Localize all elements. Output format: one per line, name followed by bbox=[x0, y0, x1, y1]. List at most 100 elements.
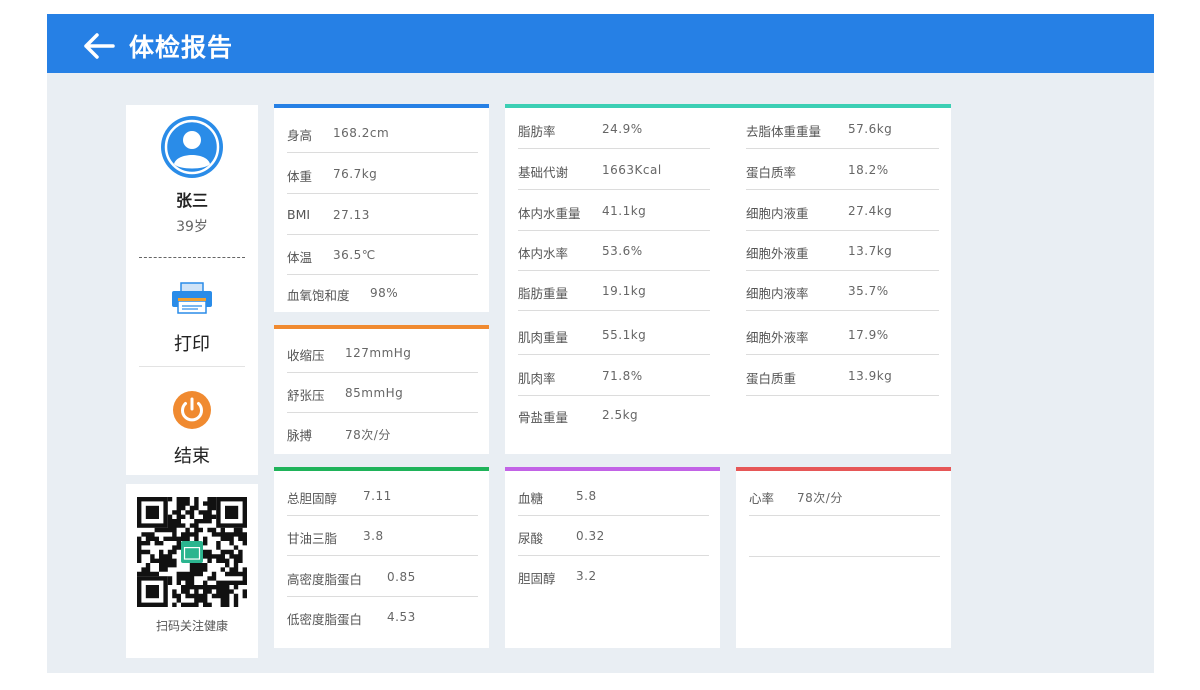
row-value: 13.9kg bbox=[848, 369, 893, 383]
qr-code-icon[interactable] bbox=[137, 497, 247, 607]
list-item: 身高 168.2cm bbox=[287, 112, 478, 153]
user-age: 39岁 bbox=[176, 219, 208, 235]
row-value: 36.5℃ bbox=[333, 248, 376, 262]
row-label: 体内水重量 bbox=[518, 206, 581, 221]
list-item: 血糖 5.8 bbox=[518, 475, 709, 516]
blood-lipids-card: 总胆固醇 7.11 甘油三脂 3.8 高密度脂蛋白 0.85 低密度脂蛋白 4.53 bbox=[274, 467, 489, 648]
list-item: BMI 27.13 bbox=[287, 194, 478, 235]
row-value: 55.1kg bbox=[602, 328, 647, 342]
row-label: 脂肪重量 bbox=[518, 286, 569, 301]
row-label: 心率 bbox=[749, 491, 775, 506]
row-value: 85mmHg bbox=[345, 386, 404, 400]
row-label: 胆固醇 bbox=[518, 571, 556, 586]
list-item: 肌肉率 71.8% bbox=[518, 355, 710, 396]
list-item: 脂肪率 24.9% bbox=[518, 108, 710, 149]
row-value: 57.6kg bbox=[848, 122, 893, 136]
divider bbox=[139, 366, 245, 367]
card-accent-bar bbox=[274, 104, 489, 108]
printer-icon[interactable] bbox=[170, 281, 214, 315]
row-label: 脉搏 bbox=[287, 428, 313, 443]
row-value: 3.2 bbox=[576, 569, 597, 583]
qr-caption: 扫码关注健康 bbox=[155, 619, 228, 633]
list-item: 细胞外液率 17.9% bbox=[746, 314, 939, 355]
row-value: 27.13 bbox=[333, 208, 370, 222]
row-label: 收缩压 bbox=[287, 348, 325, 363]
list-item: 高密度脂蛋白 0.85 bbox=[287, 556, 478, 597]
row-value: 17.9% bbox=[848, 328, 889, 342]
user-name: 张三 bbox=[175, 191, 208, 210]
row-label: 体内水率 bbox=[518, 246, 569, 261]
row-value: 0.85 bbox=[387, 570, 416, 584]
row-label: 高密度脂蛋白 bbox=[287, 572, 363, 587]
list-item: 总胆固醇 7.11 bbox=[287, 475, 478, 516]
card-accent-bar bbox=[736, 467, 951, 471]
profile-card: 张三 39岁 打印 结束 bbox=[126, 105, 258, 475]
blood-glucose-card: 血糖 5.8 尿酸 0.32 胆固醇 3.2 bbox=[505, 467, 720, 648]
list-item: 细胞内液率 35.7% bbox=[746, 270, 939, 311]
list-item: 脂肪重量 19.1kg bbox=[518, 270, 710, 311]
row-label: 甘油三脂 bbox=[287, 531, 338, 546]
row-label: 细胞外液率 bbox=[746, 330, 809, 345]
row-value: 78次/分 bbox=[797, 491, 843, 505]
row-value: 76.7kg bbox=[333, 167, 378, 181]
row-value: 53.6% bbox=[602, 244, 643, 258]
row-value: 71.8% bbox=[602, 369, 643, 383]
row-value: 35.7% bbox=[848, 284, 889, 298]
list-item bbox=[749, 516, 940, 557]
row-value: 13.7kg bbox=[848, 244, 893, 258]
row-label: 蛋白质重 bbox=[746, 371, 797, 386]
power-icon[interactable] bbox=[172, 390, 212, 430]
row-label: 细胞内液率 bbox=[746, 286, 809, 301]
blood-pressure-card: 收缩压 127mmHg 舒张压 85mmHg 脉搏 78次/分 bbox=[274, 325, 489, 454]
row-value: 3.8 bbox=[363, 529, 384, 543]
avatar-icon bbox=[161, 116, 223, 178]
back-arrow-icon[interactable] bbox=[83, 32, 115, 60]
body-composition-card: 脂肪率 24.9% 基础代谢 1663Kcal 体内水重量 41.1kg 体内水率 53… bbox=[505, 104, 951, 454]
row-value: 4.53 bbox=[387, 610, 416, 624]
dashed-divider bbox=[139, 257, 245, 258]
list-item: 肌肉重量 55.1kg bbox=[518, 314, 710, 355]
row-label: 肌肉率 bbox=[518, 371, 556, 386]
row-label: 体重 bbox=[287, 169, 313, 184]
list-item: 体温 36.5℃ bbox=[287, 234, 478, 275]
row-label: 蛋白质率 bbox=[746, 165, 797, 180]
row-value: 2.5kg bbox=[602, 408, 639, 422]
row-label: 血糖 bbox=[518, 491, 544, 506]
row-label: 舒张压 bbox=[287, 388, 325, 403]
row-value: 24.9% bbox=[602, 122, 643, 136]
row-label: 去脂体重重量 bbox=[746, 124, 822, 139]
list-item: 血氧饱和度 98% bbox=[287, 272, 478, 312]
card-accent-bar bbox=[505, 467, 720, 471]
row-label: 总胆固醇 bbox=[287, 491, 338, 506]
qr-card: 扫码关注健康 bbox=[126, 484, 258, 658]
list-item: 蛋白质率 18.2% bbox=[746, 149, 939, 190]
list-item: 脉搏 78次/分 bbox=[287, 412, 478, 452]
row-value: 18.2% bbox=[848, 163, 889, 177]
row-label: 脂肪率 bbox=[518, 124, 556, 139]
app-frame: 体检报告 张三 39岁 打印 结束 扫码关注健康 身高 168.2cm 体重 7… bbox=[47, 14, 1154, 673]
list-item: 基础代谢 1663Kcal bbox=[518, 149, 710, 190]
row-value: 27.4kg bbox=[848, 204, 893, 218]
row-value: 0.32 bbox=[576, 529, 605, 543]
end-button[interactable]: 结束 bbox=[126, 442, 258, 468]
page-title: 体检报告 bbox=[129, 33, 234, 62]
list-item: 舒张压 85mmHg bbox=[287, 372, 478, 413]
list-item: 收缩压 127mmHg bbox=[287, 332, 478, 373]
heart-rate-card: 心率 78次/分 bbox=[736, 467, 951, 648]
row-value: 78次/分 bbox=[345, 428, 391, 442]
list-item: 心率 78次/分 bbox=[749, 475, 940, 516]
row-label: 血氧饱和度 bbox=[287, 288, 350, 303]
card-accent-bar bbox=[274, 467, 489, 471]
print-button[interactable]: 打印 bbox=[126, 330, 258, 356]
row-value: 5.8 bbox=[576, 489, 597, 503]
list-item: 蛋白质重 13.9kg bbox=[746, 355, 939, 396]
row-label: BMI bbox=[287, 207, 311, 222]
row-label: 骨盐重量 bbox=[518, 410, 569, 425]
row-value: 98% bbox=[370, 286, 399, 300]
row-value: 7.11 bbox=[363, 489, 392, 503]
basic-vitals-card: 身高 168.2cm 体重 76.7kg BMI 27.13 体温 36.5℃ … bbox=[274, 104, 489, 312]
row-value: 127mmHg bbox=[345, 346, 412, 360]
row-label: 身高 bbox=[287, 128, 313, 143]
list-item: 体重 76.7kg bbox=[287, 153, 478, 194]
row-value: 19.1kg bbox=[602, 284, 647, 298]
